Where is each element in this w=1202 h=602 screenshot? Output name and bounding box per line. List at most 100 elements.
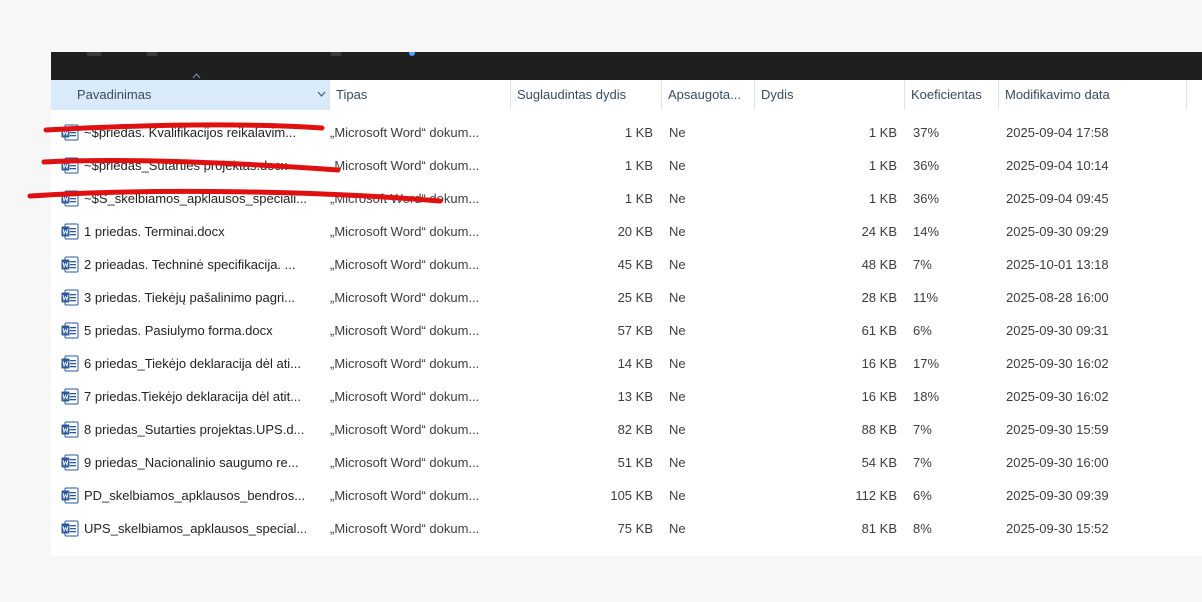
file-compressed-size: 105 KB xyxy=(610,488,653,503)
column-header-compressed-size[interactable]: Suglaudintas dydis xyxy=(511,80,662,110)
file-protected: Ne xyxy=(669,389,686,404)
file-type: „Microsoft Word“ dokum... xyxy=(330,521,480,536)
column-header-label: Dydis xyxy=(761,87,794,102)
file-modified-date: 2025-08-28 16:00 xyxy=(1006,290,1109,305)
file-name: 8 priedas_Sutarties projektas.UPS.d... xyxy=(84,422,305,437)
file-type: „Microsoft Word“ dokum... xyxy=(330,389,480,404)
word-document-icon xyxy=(61,223,79,240)
column-header-type[interactable]: Tipas xyxy=(330,80,511,110)
file-ratio: 6% xyxy=(913,323,932,338)
file-type: „Microsoft Word“ dokum... xyxy=(330,290,480,305)
file-protected: Ne xyxy=(669,290,686,305)
word-document-icon xyxy=(61,256,79,273)
toolbar-button-cut-off[interactable] xyxy=(147,52,157,56)
table-row[interactable]: UPS_skelbiamos_apklausos_special... „Micr… xyxy=(51,512,1202,545)
column-header-name[interactable]: Pavadinimas xyxy=(51,73,330,110)
column-header-label: Apsaugota... xyxy=(668,87,741,102)
file-protected: Ne xyxy=(669,257,686,272)
file-compressed-size: 57 KB xyxy=(617,323,653,338)
file-size: 1 KB xyxy=(868,125,897,140)
word-document-icon xyxy=(61,520,79,537)
column-header-label: Tipas xyxy=(336,87,368,102)
chevron-down-icon[interactable] xyxy=(317,91,326,97)
word-document-icon xyxy=(61,289,79,306)
file-name: 6 priedas_Tiekėjo deklaracija dėl ati... xyxy=(84,356,302,371)
file-compressed-size: 14 KB xyxy=(617,356,653,371)
file-ratio: 7% xyxy=(913,422,932,437)
column-header-ratio[interactable]: Koeficientas xyxy=(905,80,999,110)
file-modified-date: 2025-09-04 10:14 xyxy=(1006,158,1109,173)
file-modified-date: 2025-09-30 15:59 xyxy=(1006,422,1109,437)
archive-window: Pavadinimas Tipas Suglaudintas dydis Aps… xyxy=(51,52,1202,556)
file-protected: Ne xyxy=(669,455,686,470)
file-name: ~$priedas_Sutarties projektas.docx xyxy=(84,158,288,173)
file-protected: Ne xyxy=(669,356,686,371)
toolbar-button-cut-off[interactable] xyxy=(87,52,101,56)
file-type: „Microsoft Word“ dokum... xyxy=(330,158,480,173)
file-protected: Ne xyxy=(669,323,686,338)
file-compressed-size: 75 KB xyxy=(617,521,653,536)
file-ratio: 11% xyxy=(913,290,939,305)
file-protected: Ne xyxy=(669,488,686,503)
table-row[interactable]: PD_skelbiamos_apklausos_bendros... „Micro… xyxy=(51,479,1202,512)
file-compressed-size: 82 KB xyxy=(617,422,653,437)
file-protected: Ne xyxy=(669,422,686,437)
file-size: 28 KB xyxy=(861,290,897,305)
file-type: „Microsoft Word“ dokum... xyxy=(330,191,480,206)
file-ratio: 8% xyxy=(913,521,932,536)
file-size: 16 KB xyxy=(861,389,897,404)
table-row[interactable]: 6 priedas_Tiekėjo deklaracija dėl ati...… xyxy=(51,347,1202,380)
file-size: 54 KB xyxy=(861,455,897,470)
table-row[interactable]: ~$S_skelbiamos_apklausos_speciali... „Mic… xyxy=(51,182,1202,215)
toolbar-icon-cut-off[interactable] xyxy=(409,52,415,56)
table-row[interactable]: ~$priedas. Kvalifikacijos reikalavim... „… xyxy=(51,116,1202,149)
file-type: „Microsoft Word“ dokum... xyxy=(330,488,480,503)
toolbar xyxy=(51,52,1202,80)
word-document-icon xyxy=(61,124,79,141)
table-row[interactable]: 7 priedas.Tiekėjo deklaracija dėl atit..… xyxy=(51,380,1202,413)
file-type: „Microsoft Word“ dokum... xyxy=(330,224,480,239)
column-header-protected[interactable]: Apsaugota... xyxy=(662,80,755,110)
file-modified-date: 2025-09-30 16:02 xyxy=(1006,356,1109,371)
file-compressed-size: 1 KB xyxy=(624,191,653,206)
toolbar-button-cut-off[interactable] xyxy=(331,52,341,56)
file-size: 24 KB xyxy=(861,224,897,239)
file-size: 88 KB xyxy=(861,422,897,437)
file-name: UPS_skelbiamos_apklausos_special... xyxy=(84,521,308,536)
file-ratio: 7% xyxy=(913,455,932,470)
file-size: 81 KB xyxy=(861,521,897,536)
file-name: PD_skelbiamos_apklausos_bendros... xyxy=(84,488,306,503)
file-modified-date: 2025-10-01 13:18 xyxy=(1006,257,1109,272)
file-ratio: 14% xyxy=(913,224,940,239)
column-header-size[interactable]: Dydis xyxy=(755,80,905,110)
file-modified-date: 2025-09-30 09:31 xyxy=(1006,323,1109,338)
file-ratio: 7% xyxy=(913,257,932,272)
file-type: „Microsoft Word“ dokum... xyxy=(330,257,480,272)
file-ratio: 36% xyxy=(913,191,940,206)
table-row[interactable]: 2 prieadas. Techninė specifikacija. ... „… xyxy=(51,248,1202,281)
table-row[interactable]: 1 priedas. Terminai.docx „Microsoft Word“… xyxy=(51,215,1202,248)
file-compressed-size: 13 KB xyxy=(617,389,653,404)
word-document-icon xyxy=(61,322,79,339)
table-row[interactable]: ~$priedas_Sutarties projektas.docx „Micro… xyxy=(51,149,1202,182)
file-modified-date: 2025-09-30 16:02 xyxy=(1006,389,1109,404)
file-size: 48 KB xyxy=(861,257,897,272)
word-document-icon xyxy=(61,355,79,372)
column-header-label: Koeficientas xyxy=(911,87,982,102)
word-document-icon xyxy=(61,421,79,438)
file-protected: Ne xyxy=(669,521,686,536)
table-row[interactable]: 8 priedas_Sutarties projektas.UPS.d... „M… xyxy=(51,413,1202,446)
column-header-modified[interactable]: Modifikavimo data xyxy=(999,80,1187,110)
file-protected: Ne xyxy=(669,191,686,206)
file-type: „Microsoft Word“ dokum... xyxy=(330,356,480,371)
table-row[interactable]: 3 priedas. Tiekėjų pašalinimo pagri... „M… xyxy=(51,281,1202,314)
word-document-icon xyxy=(61,454,79,471)
file-size: 1 KB xyxy=(868,158,897,173)
file-name: 7 priedas.Tiekėjo deklaracija dėl atit..… xyxy=(84,389,302,404)
file-compressed-size: 51 KB xyxy=(617,455,653,470)
column-header-label: Pavadinimas xyxy=(77,87,152,102)
file-protected: Ne xyxy=(669,158,686,173)
table-row[interactable]: 9 priedas_Nacionalinio saugumo re... „Mic… xyxy=(51,446,1202,479)
file-type: „Microsoft Word“ dokum... xyxy=(330,422,480,437)
table-row[interactable]: 5 priedas. Pasiulymo forma.docx „Microsof… xyxy=(51,314,1202,347)
